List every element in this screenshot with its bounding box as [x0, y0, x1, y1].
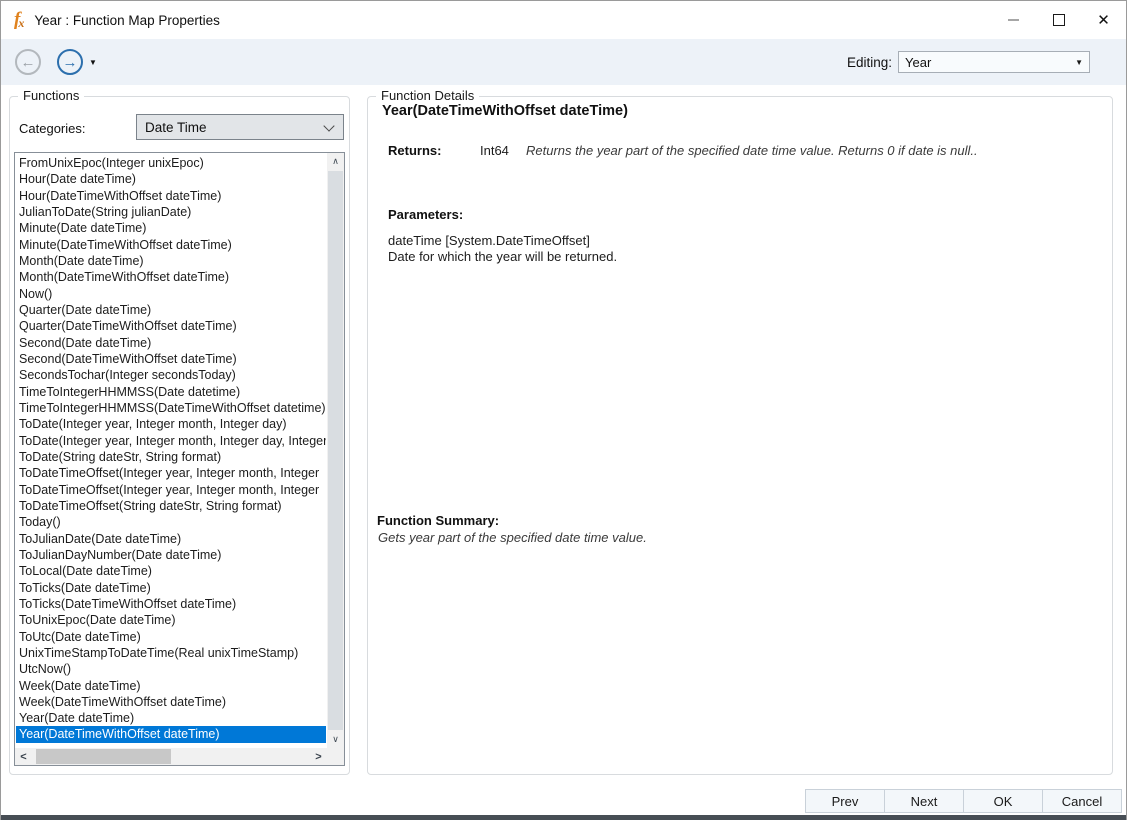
function-details-groupbox: Function Details Year(DateTimeWithOffset… [367, 96, 1113, 775]
list-item[interactable]: ToTicks(DateTimeWithOffset dateTime) [16, 596, 326, 612]
editing-dropdown[interactable]: Year ▼ [898, 51, 1090, 73]
horizontal-scrollbar[interactable]: < > [15, 748, 327, 765]
fx-app-icon: fx [14, 9, 24, 31]
scroll-left-icon[interactable]: < [15, 748, 32, 765]
functions-groupbox: Functions Categories: Date Time FromUnix… [9, 96, 350, 775]
list-item[interactable]: ToDateTimeOffset(Integer year, Integer m… [16, 465, 326, 481]
list-item[interactable]: Hour(DateTimeWithOffset dateTime) [16, 188, 326, 204]
list-item[interactable]: Now() [16, 286, 326, 302]
list-item[interactable]: Month(Date dateTime) [16, 253, 326, 269]
returns-description: Returns the year part of the specified d… [526, 143, 978, 158]
list-item[interactable]: UtcNow() [16, 661, 326, 677]
window-bottom-edge [1, 815, 1126, 820]
ok-button[interactable]: OK [963, 789, 1043, 813]
list-item[interactable]: Minute(DateTimeWithOffset dateTime) [16, 237, 326, 253]
function-signature: Year(DateTimeWithOffset dateTime) [382, 103, 628, 119]
list-item[interactable]: FromUnixEpoc(Integer unixEpoc) [16, 155, 326, 171]
list-item[interactable]: ToDateTimeOffset(Integer year, Integer m… [16, 482, 326, 498]
vertical-scrollbar-thumb[interactable] [328, 171, 343, 730]
list-item[interactable]: Week(DateTimeWithOffset dateTime) [16, 694, 326, 710]
returns-type: Int64 [480, 143, 509, 158]
categories-label: Categories: [19, 121, 85, 136]
function-summary-label: Function Summary: [377, 513, 499, 528]
close-icon: ✕ [1097, 11, 1110, 29]
close-button[interactable]: ✕ [1081, 1, 1126, 39]
list-item[interactable]: ToDate(String dateStr, String format) [16, 449, 326, 465]
maximize-icon [1053, 14, 1065, 26]
navigation-toolbar: ← → ▼ Editing: Year ▼ [1, 39, 1126, 85]
function-list: FromUnixEpoc(Integer unixEpoc)Hour(Date … [16, 154, 326, 747]
back-arrow-icon: ← [21, 54, 36, 71]
list-item[interactable]: ToUtc(Date dateTime) [16, 629, 326, 645]
minimize-icon [1008, 19, 1019, 21]
cancel-button[interactable]: Cancel [1042, 789, 1122, 813]
list-item[interactable]: ToDate(Integer year, Integer month, Inte… [16, 433, 326, 449]
list-item[interactable]: Minute(Date dateTime) [16, 220, 326, 236]
function-listbox[interactable]: FromUnixEpoc(Integer unixEpoc)Hour(Date … [14, 152, 345, 766]
list-item[interactable]: ToJulianDate(Date dateTime) [16, 531, 326, 547]
function-summary-text: Gets year part of the specified date tim… [378, 530, 647, 545]
scrollbar-corner [327, 748, 344, 765]
scroll-up-icon[interactable]: ∧ [327, 153, 344, 170]
list-item[interactable]: Hour(Date dateTime) [16, 171, 326, 187]
editing-label: Editing: [847, 55, 892, 70]
chevron-down-icon [323, 120, 334, 131]
list-item[interactable]: Year(DateTimeWithOffset dateTime) [16, 726, 326, 742]
list-item[interactable]: Quarter(Date dateTime) [16, 302, 326, 318]
list-item[interactable]: Year(Date dateTime) [16, 710, 326, 726]
list-item[interactable]: Quarter(DateTimeWithOffset dateTime) [16, 318, 326, 334]
dialog-window: fx Year : Function Map Properties ✕ ← → … [0, 0, 1127, 820]
parameters-label: Parameters: [388, 207, 463, 222]
function-details-legend: Function Details [376, 88, 479, 103]
list-item[interactable]: ToLocal(Date dateTime) [16, 563, 326, 579]
forward-dropdown-caret[interactable]: ▼ [89, 58, 97, 67]
list-item[interactable]: ToUnixEpoc(Date dateTime) [16, 612, 326, 628]
chevron-down-icon: ▼ [1075, 58, 1083, 67]
vertical-scrollbar[interactable]: ∧ ∨ [327, 153, 344, 748]
editing-group: Editing: Year ▼ [847, 51, 1090, 73]
categories-dropdown[interactable]: Date Time [136, 114, 344, 140]
parameter-type: dateTime [System.DateTimeOffset] [388, 233, 590, 248]
dialog-content: Functions Categories: Date Time FromUnix… [1, 85, 1126, 815]
list-item[interactable]: ToJulianDayNumber(Date dateTime) [16, 547, 326, 563]
returns-label: Returns: [388, 143, 441, 158]
list-item[interactable]: JulianToDate(String julianDate) [16, 204, 326, 220]
next-button[interactable]: Next [884, 789, 964, 813]
back-button[interactable]: ← [15, 49, 41, 75]
forward-button[interactable]: → [57, 49, 83, 75]
list-item[interactable]: ToTicks(Date dateTime) [16, 580, 326, 596]
list-item[interactable]: TimeToIntegerHHMMSS(DateTimeWithOffset d… [16, 400, 326, 416]
list-item[interactable]: TimeToIntegerHHMMSS(Date datetime) [16, 384, 326, 400]
prev-button[interactable]: Prev [805, 789, 885, 813]
list-item[interactable]: UnixTimeStampToDateTime(Real unixTimeSta… [16, 645, 326, 661]
minimize-button[interactable] [991, 1, 1036, 39]
scroll-right-icon[interactable]: > [310, 748, 327, 765]
list-item[interactable]: Second(Date dateTime) [16, 335, 326, 351]
list-item[interactable]: SecondsTochar(Integer secondsToday) [16, 367, 326, 383]
list-item[interactable]: ToDateTimeOffset(String dateStr, String … [16, 498, 326, 514]
list-item[interactable]: Second(DateTimeWithOffset dateTime) [16, 351, 326, 367]
list-item[interactable]: Today() [16, 514, 326, 530]
scroll-down-icon[interactable]: ∨ [327, 731, 344, 748]
footer-button-bar: Prev Next OK Cancel [806, 789, 1122, 813]
forward-arrow-icon: → [63, 54, 78, 71]
maximize-button[interactable] [1036, 1, 1081, 39]
horizontal-scrollbar-thumb[interactable] [36, 749, 171, 764]
list-item[interactable]: Month(DateTimeWithOffset dateTime) [16, 269, 326, 285]
functions-legend: Functions [18, 88, 84, 103]
list-item[interactable]: ToDate(Integer year, Integer month, Inte… [16, 416, 326, 432]
categories-dropdown-value: Date Time [145, 120, 207, 135]
window-controls: ✕ [991, 1, 1126, 39]
list-item[interactable]: Week(Date dateTime) [16, 678, 326, 694]
editing-dropdown-value: Year [905, 55, 931, 70]
parameter-description: Date for which the year will be returned… [388, 249, 617, 264]
window-title: Year : Function Map Properties [34, 13, 220, 28]
title-bar: fx Year : Function Map Properties ✕ [1, 1, 1126, 39]
